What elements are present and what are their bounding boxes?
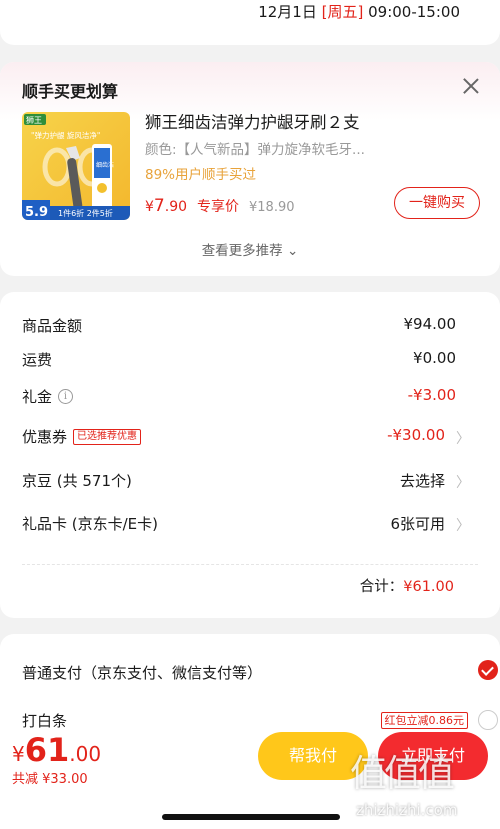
delivery-time-range: 09:00-15:00 xyxy=(368,3,460,21)
summary-label: 运费 xyxy=(22,351,53,369)
product-brand-text: 狮王 xyxy=(26,116,42,125)
order-total: 合计：¥61.00 xyxy=(360,575,454,596)
see-more-recommend[interactable]: 查看更多推荐 ⌄ xyxy=(0,239,500,259)
info-icon[interactable]: i xyxy=(58,389,74,404)
checked-radio-icon[interactable] xyxy=(478,660,498,680)
summary-value: -¥30.00 xyxy=(387,426,445,444)
original-price: ¥18.90 xyxy=(249,200,295,215)
summary-label: 优惠券 xyxy=(22,428,68,446)
chevron-right-icon: 〉 xyxy=(456,518,470,534)
summary-row-shipping: 运费 ¥0.00 xyxy=(22,349,478,373)
summary-label: 礼品卡 (京东卡/E卡) xyxy=(22,515,159,533)
product-price: ¥7.90 xyxy=(145,196,187,216)
recommend-card: 顺手买更划算 狮王 "弹力护龈 旋风洁净" 细齿洁 5.9 1件6折 2件5折 … xyxy=(0,62,500,276)
home-indicator[interactable] xyxy=(162,814,340,820)
payment-option-normal[interactable]: 普通支付（京东支付、微信支付等） xyxy=(22,662,478,683)
product-price-badge: 5.9 xyxy=(25,205,48,220)
chevron-down-icon: ⌄ xyxy=(286,243,299,259)
price-dec: .90 xyxy=(164,199,188,215)
total-label: 合计： xyxy=(359,579,404,595)
delivery-date: 12月1日 xyxy=(258,3,317,21)
product-name[interactable]: 狮王细齿洁弹力护龈牙刷２支 xyxy=(145,109,360,133)
product-variant[interactable]: 颜色:【人气新品】弹力旋净软毛牙... xyxy=(145,138,365,158)
summary-value: 6张可用 xyxy=(390,515,445,533)
one-click-buy-button[interactable]: 一键购买 xyxy=(394,187,480,219)
summary-value: ¥0.00 xyxy=(413,349,456,367)
unchecked-radio-icon[interactable] xyxy=(478,710,498,730)
order-summary-card: 商品金额 ¥94.00 运费 ¥0.00 礼金 i -¥3.00 优惠券 已选推… xyxy=(0,292,500,618)
total-amount: ¥61.00 xyxy=(12,731,101,769)
summary-value: -¥3.00 xyxy=(407,386,456,404)
summary-value: 去选择 xyxy=(399,472,445,490)
see-more-label: 查看更多推荐 xyxy=(201,243,283,259)
product-deal-text: 1件6折 2件5折 xyxy=(58,208,113,218)
payment-option-label: 普通支付（京东支付、微信支付等） xyxy=(22,664,263,682)
summary-row-gift-money: 礼金 i -¥3.00 xyxy=(22,386,478,410)
price-int: 7 xyxy=(153,196,165,216)
chevron-right-icon: 〉 xyxy=(456,475,470,491)
product-price-row: ¥7.90 专享价 ¥18.90 xyxy=(145,196,295,216)
total-saved: 共减 ¥33.00 xyxy=(12,772,88,787)
recommended-discount-tag: 已选推荐优惠 xyxy=(73,428,142,445)
total-value: ¥61.00 xyxy=(403,579,454,595)
summary-row-gift-card[interactable]: 礼品卡 (京东卡/E卡) 6张可用 〉 xyxy=(22,513,478,537)
product-box-text: 细齿洁 xyxy=(96,161,114,169)
recommend-title: 顺手买更划算 xyxy=(22,82,119,101)
summary-row-coupon[interactable]: 优惠券 已选推荐优惠 -¥30.00 〉 xyxy=(22,426,478,450)
delivery-time[interactable]: 12月1日 [周五] 09:00-15:00 xyxy=(258,1,460,22)
amount-dec: .00 xyxy=(69,742,102,766)
help-me-pay-button[interactable]: 帮我付 xyxy=(258,732,368,780)
payment-option-label: 打白条 xyxy=(22,712,68,730)
delivery-card: 12月1日 [周五] 09:00-15:00 xyxy=(0,0,500,45)
summary-row-jingdou[interactable]: 京豆 (共 571个) 去选择 〉 xyxy=(22,470,478,494)
toothbrush-product-image: 狮王 "弹力护龈 旋风洁净" 细齿洁 5.9 1件6折 2件5折 xyxy=(22,112,130,220)
chevron-right-icon: 〉 xyxy=(456,431,470,447)
summary-label: 京豆 (共 571个) xyxy=(22,472,132,490)
close-icon[interactable] xyxy=(462,77,480,95)
amount-int: 61 xyxy=(24,731,70,769)
summary-label: 礼金 xyxy=(22,388,53,406)
summary-row-goods: 商品金额 ¥94.00 xyxy=(22,315,478,339)
summary-label: 商品金额 xyxy=(22,317,83,335)
baitiao-promo-tag: 红包立减0.86元 xyxy=(380,712,468,729)
delivery-weekday: [周五] xyxy=(321,3,364,21)
amount-currency: ¥ xyxy=(12,742,25,766)
summary-divider xyxy=(22,564,478,565)
product-slogan-text: "弹力护龈 旋风洁净" xyxy=(31,130,100,140)
pay-now-button[interactable]: 立即支付 xyxy=(378,732,488,780)
exclusive-price-label: 专享价 xyxy=(197,199,240,215)
product-stat: 89%用户顺手买过 xyxy=(145,167,257,183)
summary-value: ¥94.00 xyxy=(403,315,457,333)
price-currency: ¥ xyxy=(145,199,154,215)
product-image[interactable]: 狮王 "弹力护龈 旋风洁净" 细齿洁 5.9 1件6折 2件5折 xyxy=(22,112,130,220)
checkout-bar: ¥61.00 共减 ¥33.00 帮我付 立即支付 xyxy=(0,731,500,829)
